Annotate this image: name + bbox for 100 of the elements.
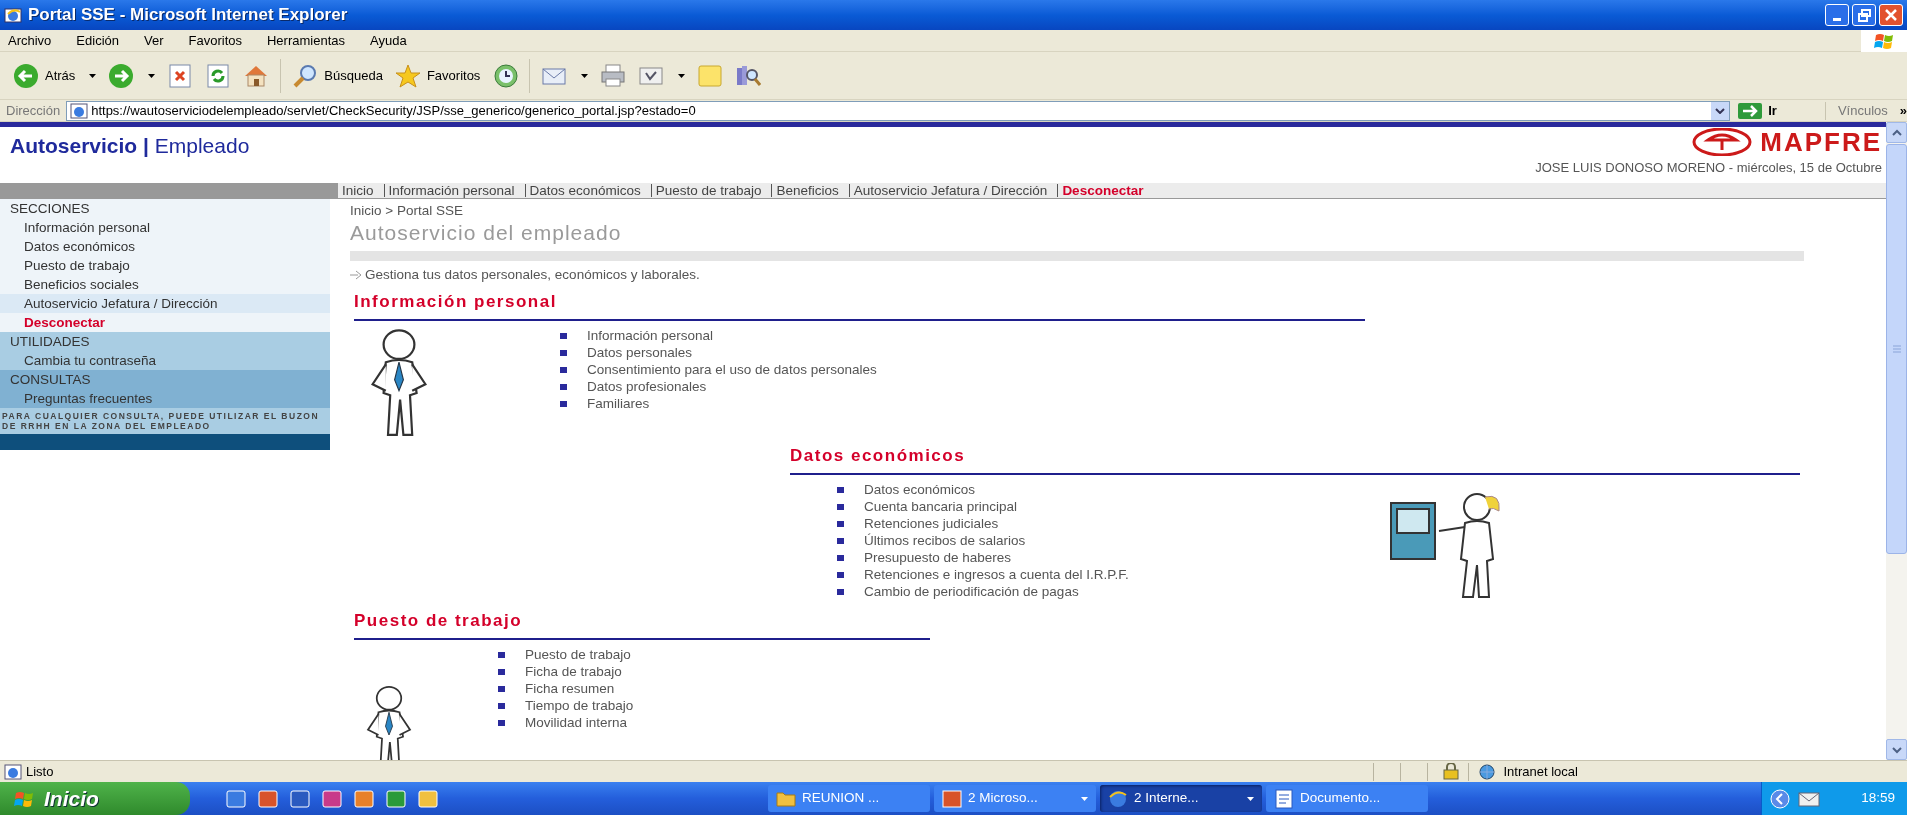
chevron-up-icon bbox=[1891, 128, 1902, 137]
page-icon bbox=[70, 102, 89, 119]
sidebar-heading: UTILIDADES bbox=[9, 333, 91, 351]
umbrella-icon bbox=[1692, 128, 1753, 156]
grip-icon bbox=[1892, 345, 1901, 353]
scroll-up-button[interactable] bbox=[1886, 122, 1907, 143]
bullet-icon bbox=[560, 366, 567, 373]
scrollbar[interactable] bbox=[1886, 122, 1907, 760]
search-button[interactable]: Búsqueda bbox=[289, 56, 386, 95]
sidebar-link[interactable]: Información personal bbox=[0, 218, 330, 237]
quick-launch-icon bbox=[386, 788, 406, 809]
bullet-icon bbox=[837, 520, 844, 527]
menu-item[interactable]: Favoritos bbox=[180, 30, 250, 51]
section-link[interactable]: Presupuesto de haberes bbox=[864, 549, 1012, 567]
browser-icon bbox=[1108, 788, 1128, 809]
user-date-text: JOSE LUIS DONOSO MORENO - miércoles, 15 de Octubre bbox=[1535, 159, 1882, 177]
go-button[interactable]: Ir bbox=[1730, 100, 1785, 121]
sidebar-heading: SECCIONES bbox=[9, 200, 91, 218]
menu-item[interactable]: Herramientas bbox=[259, 30, 353, 51]
sidebar-link[interactable]: Beneficios sociales bbox=[0, 275, 330, 294]
bullet-icon bbox=[498, 651, 505, 658]
bullet-icon bbox=[837, 571, 844, 578]
caret-icon bbox=[1081, 796, 1088, 801]
menu-item[interactable]: Ver bbox=[136, 30, 172, 51]
minimize-button[interactable] bbox=[1825, 4, 1849, 26]
menu-item[interactable]: Edición bbox=[68, 30, 127, 51]
caret-icon bbox=[89, 73, 97, 78]
section-link[interactable]: Información personal bbox=[587, 327, 714, 345]
intro-text: Gestiona tus datos personales, económicos y laborales. bbox=[365, 266, 700, 284]
breadcrumb: Inicio > Portal SSE bbox=[350, 202, 464, 220]
page-arrows-icon bbox=[205, 62, 232, 89]
links-button[interactable]: Vínculos bbox=[1837, 100, 1888, 121]
section-link[interactable]: Datos económicos bbox=[864, 481, 976, 499]
close-icon bbox=[1885, 9, 1897, 21]
envelope-icon bbox=[1798, 789, 1820, 808]
nav-link[interactable]: Desconectar bbox=[1057, 183, 1148, 198]
bullet-icon bbox=[837, 486, 844, 493]
caret-icon bbox=[581, 73, 589, 78]
printer-icon bbox=[600, 62, 627, 89]
restore-icon bbox=[1857, 8, 1871, 22]
nav-link[interactable]: Beneficios bbox=[771, 183, 843, 198]
bullet-icon bbox=[837, 554, 844, 561]
quick-launch-icon bbox=[226, 788, 246, 809]
bullet-icon bbox=[498, 702, 505, 709]
taskbar-button[interactable]: 2 Interne... bbox=[1100, 785, 1262, 812]
close-button[interactable] bbox=[1879, 4, 1903, 26]
caret-icon bbox=[1247, 796, 1254, 801]
back-button[interactable]: Atrás bbox=[10, 56, 100, 95]
sidebar-link[interactable]: Autoservicio Jefatura / Dirección bbox=[0, 294, 330, 313]
clock-text: 18:59 bbox=[1861, 789, 1895, 808]
sidebar-link[interactable]: Cambia tu contraseña bbox=[0, 351, 330, 370]
section-link[interactable]: Retenciones judiciales bbox=[864, 515, 999, 533]
section-link[interactable]: Últimos recibos de salarios bbox=[864, 532, 1026, 550]
section-link[interactable]: Consentimiento para el uso de datos personales bbox=[587, 361, 877, 379]
nav-link[interactable]: Información personal bbox=[383, 183, 519, 198]
address-field[interactable]: https://wautoserviciodelempleado/servlet/CheckSecurity/JSP/sse_generico/generico_portal.jsp?estado=0 bbox=[66, 100, 1731, 121]
caret-icon bbox=[148, 73, 156, 78]
nav-link[interactable]: Datos económicos bbox=[524, 183, 645, 198]
lock-icon bbox=[1442, 763, 1461, 780]
nav-link[interactable]: Puesto de trabajo bbox=[650, 183, 766, 198]
document-icon bbox=[1274, 788, 1294, 809]
menu-item[interactable]: Ayuda bbox=[362, 30, 415, 51]
more-button[interactable]: » bbox=[1899, 100, 1907, 121]
section-link[interactable]: Ficha resumen bbox=[525, 680, 615, 698]
nav-link[interactable]: Autoservicio Jefatura / Dirección bbox=[848, 183, 1052, 198]
section-link[interactable]: Cambio de periodificación de pagas bbox=[864, 583, 1079, 601]
section-link[interactable]: Tiempo de trabajo bbox=[525, 697, 634, 715]
sidebar-link[interactable]: Datos económicos bbox=[0, 237, 330, 256]
bullet-icon bbox=[498, 719, 505, 726]
menu-item[interactable]: Archivo bbox=[0, 30, 60, 51]
restore-button[interactable] bbox=[1852, 4, 1876, 26]
section-link[interactable]: Retenciones e ingresos a cuenta del I.R.P.F. bbox=[864, 566, 1129, 584]
section-link[interactable]: Cuenta bancaria principal bbox=[864, 498, 1018, 516]
section-link[interactable]: Familiares bbox=[587, 395, 650, 413]
bullet-icon bbox=[560, 349, 567, 356]
page-title: Autoservicio del empleado bbox=[350, 220, 623, 246]
taskbar-button[interactable]: REUNION ... bbox=[768, 785, 930, 812]
section-link[interactable]: Datos profesionales bbox=[587, 378, 707, 396]
taskbar-button[interactable]: 2 Microso... bbox=[934, 785, 1096, 812]
section-link[interactable]: Ficha de trabajo bbox=[525, 663, 622, 681]
section-heading: Puesto de trabajo bbox=[354, 610, 524, 633]
favorites-button[interactable]: Favoritos bbox=[391, 56, 484, 95]
scroll-thumb[interactable] bbox=[1886, 144, 1907, 554]
app-icon bbox=[942, 788, 962, 809]
section-link[interactable]: Datos personales bbox=[587, 344, 693, 362]
section-link[interactable]: Puesto de trabajo bbox=[525, 646, 631, 664]
page-icon bbox=[4, 763, 22, 780]
search-icon bbox=[292, 62, 319, 89]
sidebar-heading: CONSULTAS bbox=[9, 371, 92, 389]
section-link[interactable]: Movilidad interna bbox=[525, 714, 628, 732]
bullet-icon bbox=[560, 383, 567, 390]
sidebar-link[interactable]: Puesto de trabajo bbox=[0, 256, 330, 275]
taskbar-button[interactable]: Documento... bbox=[1266, 785, 1428, 812]
sidebar-link[interactable]: Desconectar bbox=[0, 313, 330, 332]
sidebar-link[interactable]: Preguntas frecuentes bbox=[0, 389, 330, 408]
arrow-icon bbox=[350, 269, 362, 282]
quick-launch-icon bbox=[290, 788, 310, 809]
scroll-down-button[interactable] bbox=[1886, 739, 1907, 760]
star-icon bbox=[394, 62, 421, 89]
nav-link[interactable]: Inicio bbox=[338, 183, 378, 198]
